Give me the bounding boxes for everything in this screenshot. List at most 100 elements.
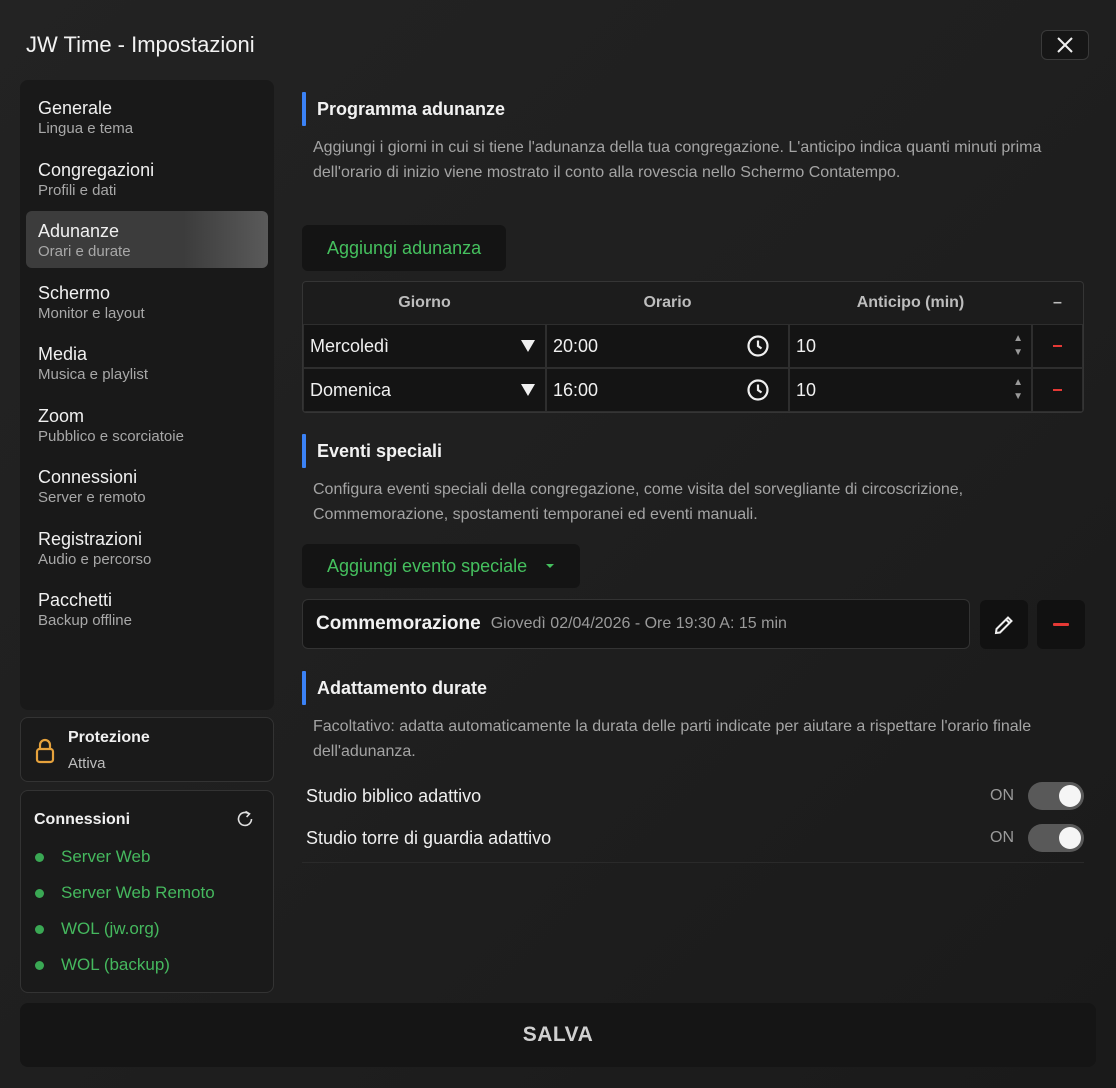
day-value: Domenica [310, 379, 392, 400]
sidebar-item-sub: Pubblico e scorciatoie [38, 427, 184, 445]
time-value: 20:00 [553, 335, 599, 356]
remove-meeting-button[interactable] [1032, 324, 1083, 368]
sidebar-item-label: Connessioni [38, 467, 138, 487]
minus-icon [1053, 345, 1062, 347]
sidebar-item-zoom[interactable]: Zoom Pubblico e scorciatoie [26, 396, 268, 453]
clock-icon[interactable] [746, 334, 770, 358]
column-header-advance: Anticipo (min) [856, 294, 965, 311]
minus-icon [1053, 623, 1069, 626]
spinner-icon[interactable]: ▲ ▼ [1013, 332, 1023, 360]
table-header: Giorno Orario Anticipo (min) – [303, 282, 1083, 324]
protection-title: Protezione [68, 729, 150, 746]
day-value: Mercoledì [310, 335, 390, 356]
sidebar-item-label: Schermo [38, 282, 111, 303]
time-input[interactable]: 20:00 [546, 324, 789, 368]
section-title: Programma adunanze [317, 98, 506, 119]
connection-label: WOL (jw.org) [61, 919, 160, 938]
advance-value: 10 [796, 379, 817, 400]
sidebar: Generale Lingua e tema Congregazioni Pro… [20, 80, 274, 710]
column-header-time: Orario [643, 294, 692, 311]
status-dot-icon [35, 888, 44, 898]
toggle-label: Studio torre di guardia adattivo [306, 827, 552, 848]
watchtower-study-toggle[interactable] [1028, 824, 1084, 852]
sidebar-item-sub: Audio e percorso [38, 550, 152, 568]
sidebar-item-sub: Musica e playlist [38, 366, 149, 383]
sidebar-item-registrazioni[interactable]: Registrazioni Audio e percorso [26, 519, 268, 576]
sidebar-item-sub: Profili e dati [38, 181, 117, 199]
divider [302, 862, 1084, 863]
remove-meeting-button[interactable] [1032, 368, 1083, 412]
spinner-icon[interactable]: ▲ ▼ [1013, 376, 1023, 404]
sidebar-item-adunanze[interactable]: Adunanze Orari e durate [26, 211, 268, 268]
clock-icon[interactable] [746, 378, 770, 402]
sidebar-item-label: Congregazioni [38, 159, 155, 180]
sidebar-item-label: Pacchetti [38, 590, 113, 610]
day-select[interactable]: Domenica [303, 368, 546, 412]
close-icon [1057, 37, 1073, 53]
edit-event-button[interactable] [980, 600, 1028, 649]
section-accent-bar [302, 671, 306, 705]
minus-icon [1053, 389, 1062, 391]
protection-panel[interactable]: Protezione Attiva [20, 717, 274, 782]
connection-item-server-web: Server Web [35, 847, 150, 867]
lock-icon [35, 738, 55, 764]
time-input[interactable]: 16:00 [546, 368, 789, 412]
chevron-down-icon[interactable] [521, 340, 535, 352]
toggle-knob [1059, 827, 1081, 849]
sidebar-item-schermo[interactable]: Schermo Monitor e layout [26, 273, 268, 330]
protection-status: Attiva [68, 755, 106, 772]
special-event-card: Commemorazione Giovedì 02/04/2026 - Ore … [302, 599, 970, 649]
connection-item-wol-jw: WOL (jw.org) [35, 919, 160, 939]
sidebar-item-label: Registrazioni [38, 528, 143, 549]
toggle-state: ON [990, 829, 1014, 846]
section-special-events-header: Eventi speciali [302, 434, 442, 468]
connection-label: Server Web Remoto [61, 883, 215, 902]
section-title: Adattamento durate [317, 677, 488, 698]
day-select[interactable]: Mercoledì [303, 324, 546, 368]
connection-item-wol-backup: WOL (backup) [35, 955, 170, 975]
add-meeting-button[interactable]: Aggiungi adunanza [302, 225, 507, 271]
close-button[interactable] [1041, 30, 1089, 60]
section-description: Configura eventi speciali della congrega… [313, 481, 964, 523]
connection-label: Server Web [61, 847, 151, 866]
chevron-down-icon[interactable] [521, 384, 535, 396]
time-value: 16:00 [553, 379, 599, 400]
advance-input[interactable]: 10 ▲ ▼ [789, 324, 1032, 368]
connections-title: Connessioni [34, 811, 131, 828]
table-row: Domenica 16:00 10 ▲ ▼ [303, 368, 1083, 412]
add-special-event-label: Aggiungi evento speciale [327, 555, 528, 576]
connection-item-server-web-remoto: Server Web Remoto [35, 883, 215, 903]
section-description: Facoltativo: adatta automaticamente la d… [313, 718, 1032, 760]
toggle-label: Studio biblico adattivo [306, 785, 482, 806]
toggle-state: ON [990, 787, 1014, 804]
column-header-remove: – [1053, 294, 1062, 311]
toggle-row-bible-study: Studio biblico adattivo ON [306, 781, 1084, 811]
section-accent-bar [302, 434, 306, 468]
sidebar-item-sub: Orari e durate [38, 243, 131, 260]
section-meetings-header: Programma adunanze [302, 92, 505, 126]
refresh-icon[interactable] [235, 809, 255, 829]
caret-down-icon [546, 564, 555, 568]
status-dot-icon [35, 924, 44, 934]
sidebar-item-generale[interactable]: Generale Lingua e tema [26, 88, 268, 145]
column-header-day: Giorno [398, 294, 451, 311]
advance-input[interactable]: 10 ▲ ▼ [789, 368, 1032, 412]
bible-study-toggle[interactable] [1028, 782, 1084, 810]
delete-event-button[interactable] [1037, 600, 1085, 649]
connection-label: WOL (backup) [61, 955, 170, 974]
status-dot-icon [35, 852, 44, 862]
section-description: Aggiungi i giorni in cui si tiene l'adun… [313, 139, 1042, 181]
sidebar-item-pacchetti[interactable]: Pacchetti Backup offline [26, 580, 268, 637]
save-button[interactable]: SALVA [20, 1003, 1096, 1067]
sidebar-item-media[interactable]: Media Musica e playlist [26, 334, 268, 391]
sidebar-item-congregazioni[interactable]: Congregazioni Profili e dati [26, 150, 268, 207]
event-name: Commemorazione [316, 613, 481, 634]
sidebar-item-label: Zoom [38, 405, 85, 426]
status-dot-icon [35, 960, 44, 970]
section-durations-header: Adattamento durate [302, 671, 487, 705]
sidebar-item-sub: Backup offline [38, 612, 132, 629]
table-row: Mercoledì 20:00 10 ▲ ▼ [303, 324, 1083, 368]
sidebar-item-connessioni[interactable]: Connessioni Server e remoto [26, 457, 268, 514]
add-special-event-button[interactable]: Aggiungi evento speciale [302, 544, 581, 588]
sidebar-item-label: Generale [38, 98, 113, 118]
